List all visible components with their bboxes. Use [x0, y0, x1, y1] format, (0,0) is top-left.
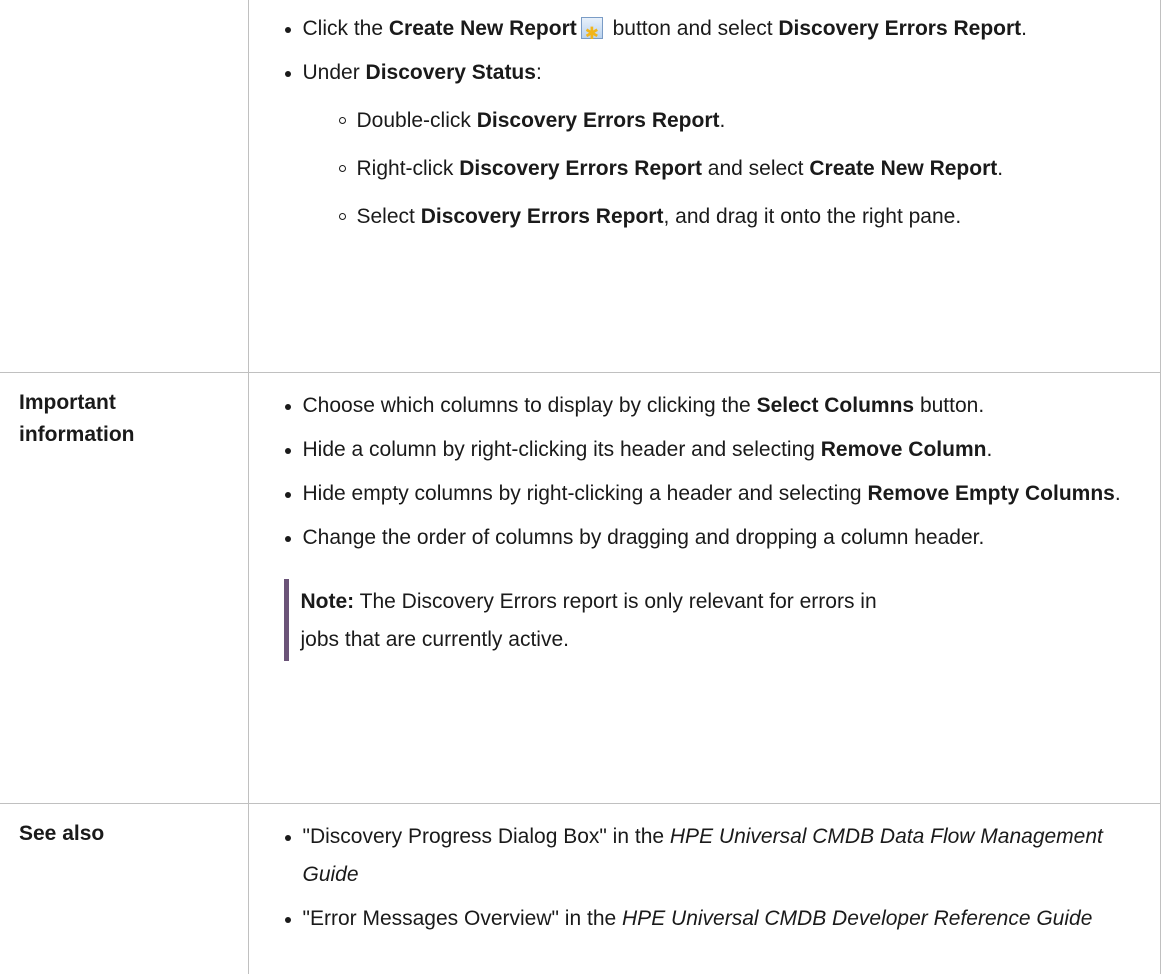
bold-term: Select Columns: [756, 393, 915, 417]
row-content-cell: Click the Create New Report button and s…: [247, 0, 1161, 373]
text-run: button.: [914, 393, 985, 417]
text-run: , and drag it onto the right pane.: [663, 205, 962, 228]
table-row: Important information Choose which colum…: [0, 371, 1161, 804]
row-content: Click the Create New Report button and s…: [249, 0, 1161, 236]
text-run: Under: [302, 61, 366, 84]
text-run: Choose which columns to display by click…: [302, 393, 757, 417]
list-item: Hide empty columns by right-clicking a h…: [249, 475, 1161, 513]
bold-term: Discovery Status: [365, 61, 536, 84]
row-header-cell: See also: [0, 802, 249, 974]
list-item: Change the order of columns by dragging …: [249, 519, 1161, 557]
row-header: See also: [19, 821, 105, 845]
sub-bullet-list: Double-click Discovery Errors Report. Rig…: [303, 102, 1141, 236]
create-new-report-icon: [580, 15, 603, 53]
sub-list-item: Select Discovery Errors Report, and drag…: [303, 198, 1141, 236]
text-run: Hide a column by right-clicking its head…: [302, 437, 821, 461]
bold-term: Discovery Errors Report: [420, 205, 664, 228]
bold-term: Remove Column: [820, 437, 987, 461]
text-run: .: [1114, 481, 1121, 505]
bullet-list: Choose which columns to display by click…: [249, 387, 1161, 557]
list-item: "Discovery Progress Dialog Box" in the H…: [249, 818, 1161, 894]
sub-list-item: Double-click Discovery Errors Report.: [303, 102, 1141, 140]
list-item: Choose which columns to display by click…: [249, 387, 1161, 425]
text-run: :: [535, 61, 542, 84]
text-run: .: [719, 109, 726, 132]
list-item: "Error Messages Overview" in the HPE Uni…: [249, 900, 1161, 938]
text-run: Hide empty columns by right-clicking a h…: [302, 481, 868, 505]
bold-term: Discovery Errors Report: [476, 109, 720, 132]
doc-table: Click the Create New Report button and s…: [0, 0, 1161, 974]
text-run: .: [997, 157, 1004, 180]
list-item: Under Discovery Status: Double-click Disc…: [249, 54, 1161, 236]
list-item: Click the Create New Report button and s…: [249, 10, 1161, 53]
text-run: Select: [356, 205, 421, 228]
row-header-cell: [0, 0, 249, 373]
row-header: Important information: [19, 390, 135, 446]
text-run: "Error Messages Overview" in the: [302, 906, 623, 930]
table-row: Click the Create New Report button and s…: [0, 0, 1161, 373]
text-run: Double-click: [356, 109, 477, 132]
text-run: and select: [701, 157, 810, 180]
sub-list-item: Right-click Discovery Errors Report and …: [303, 150, 1141, 188]
bold-term: Discovery Errors Report: [778, 17, 1022, 40]
text-run: "Discovery Progress Dialog Box" in the: [302, 824, 670, 848]
text-run: Right-click: [356, 157, 460, 180]
list-item: Hide a column by right-clicking its head…: [249, 431, 1161, 469]
row-content: Choose which columns to display by click…: [249, 373, 1161, 557]
bold-term: Create New Report: [388, 17, 577, 40]
note-label: Note:: [300, 589, 355, 613]
bold-term: Remove Empty Columns: [867, 481, 1115, 505]
note-box: Note: The Discovery Errors report is onl…: [283, 578, 941, 661]
text-run: button and select: [606, 17, 779, 40]
text-run: Change the order of columns by dragging …: [302, 525, 985, 549]
guide-title: HPE Universal CMDB Developer Reference G…: [622, 906, 1093, 930]
text-run: .: [986, 437, 993, 461]
row-content: "Discovery Progress Dialog Box" in the H…: [249, 804, 1161, 938]
row-header-cell: Important information: [0, 371, 249, 804]
note-text: The Discovery Errors report is only rele…: [300, 589, 877, 651]
row-content-cell: Choose which columns to display by click…: [247, 371, 1161, 804]
bullet-list: "Discovery Progress Dialog Box" in the H…: [249, 818, 1161, 938]
row-content-cell: "Discovery Progress Dialog Box" in the H…: [247, 802, 1161, 974]
bold-term: Create New Report: [809, 157, 998, 180]
bullet-list: Click the Create New Report button and s…: [249, 10, 1161, 236]
bold-term: Discovery Errors Report: [459, 157, 702, 180]
text-run: .: [1021, 17, 1027, 40]
row-header: [0, 0, 248, 14]
table-row: See also "Discovery Progress Dialog Box"…: [0, 802, 1161, 974]
text-run: Click the: [302, 17, 389, 40]
